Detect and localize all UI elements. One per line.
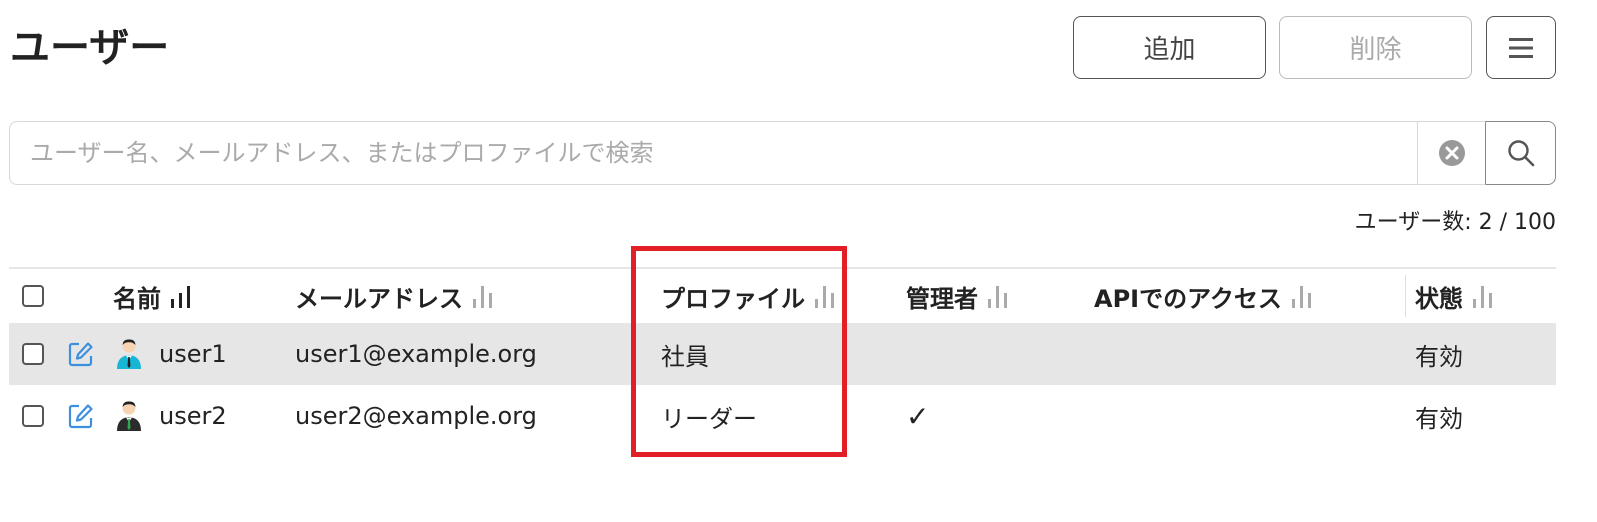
users-table: 名前 メールアドレス プロファイル 管理者 APIでのアクセス 状態 user1…: [9, 267, 1556, 447]
column-header-label: APIでのアクセス: [1094, 284, 1282, 313]
column-header-label: メールアドレス: [295, 284, 463, 313]
menu-button[interactable]: [1486, 16, 1556, 79]
table-row: user2 user2@example.org リーダー ✓ 有効: [9, 385, 1556, 447]
clear-search-button[interactable]: [1417, 121, 1486, 185]
column-header-name[interactable]: 名前: [113, 269, 193, 323]
user-name-cell: user1: [115, 323, 227, 385]
select-all-checkbox[interactable]: [22, 285, 44, 307]
row-select-cell: [22, 385, 44, 447]
user-status: 有効: [1415, 404, 1463, 433]
admin-checkmark: ✓: [906, 399, 930, 433]
page-title: ユーザー: [10, 25, 170, 71]
user-name[interactable]: user1: [159, 340, 227, 368]
sort-bars-icon: [169, 283, 193, 309]
sort-bars-icon: [1290, 283, 1314, 309]
hamburger-menu-icon: [1509, 37, 1533, 58]
sort-bars-icon: [471, 283, 495, 309]
column-header-label: 管理者: [906, 284, 978, 313]
edit-pencil-icon: [68, 404, 93, 429]
column-header-label: 状態: [1415, 284, 1463, 313]
user-count: ユーザー数: 2 / 100: [1355, 204, 1556, 236]
column-header-label: プロファイル: [661, 284, 805, 313]
column-header-status[interactable]: 状態: [1415, 269, 1495, 323]
edit-button[interactable]: [68, 385, 94, 447]
user-status: 有効: [1415, 342, 1463, 371]
clear-circle-icon: [1438, 140, 1465, 166]
user-name-cell: user2: [115, 385, 227, 447]
column-header-label: 名前: [113, 284, 161, 313]
user-profile: 社員: [661, 342, 709, 371]
user-email: user1@example.org: [295, 340, 537, 368]
user-avatar-icon: [115, 400, 143, 432]
edit-button[interactable]: [68, 323, 94, 385]
sort-bars-icon: [813, 283, 837, 309]
magnifier-icon: [1507, 140, 1534, 167]
row-checkbox[interactable]: [22, 343, 44, 365]
sort-bars-icon: [986, 283, 1010, 309]
select-all-cell: [22, 269, 44, 323]
column-header-email[interactable]: メールアドレス: [295, 269, 495, 323]
table-row: user1 user1@example.org 社員 有効: [9, 323, 1556, 385]
row-checkbox[interactable]: [22, 405, 44, 427]
column-header-api-access[interactable]: APIでのアクセス: [1094, 269, 1314, 323]
user-count-label: ユーザー数: 2 / 100: [1354, 210, 1556, 235]
user-profile: リーダー: [661, 404, 757, 433]
user-avatar-icon: [115, 338, 143, 370]
add-button[interactable]: 追加: [1073, 16, 1266, 79]
search-bar: [9, 121, 1556, 185]
edit-pencil-icon: [68, 342, 93, 367]
column-header-profile[interactable]: プロファイル: [661, 269, 837, 323]
sort-bars-icon: [1471, 283, 1495, 309]
delete-button[interactable]: 削除: [1279, 16, 1472, 79]
column-divider: [1405, 275, 1406, 317]
user-email: user2@example.org: [295, 402, 537, 430]
search-button[interactable]: [1486, 121, 1556, 185]
user-name[interactable]: user2: [159, 402, 227, 430]
column-header-admin[interactable]: 管理者: [906, 269, 1010, 323]
search-input[interactable]: [9, 121, 1417, 185]
row-select-cell: [22, 323, 44, 385]
table-header-row: 名前 メールアドレス プロファイル 管理者 APIでのアクセス 状態: [9, 269, 1556, 323]
